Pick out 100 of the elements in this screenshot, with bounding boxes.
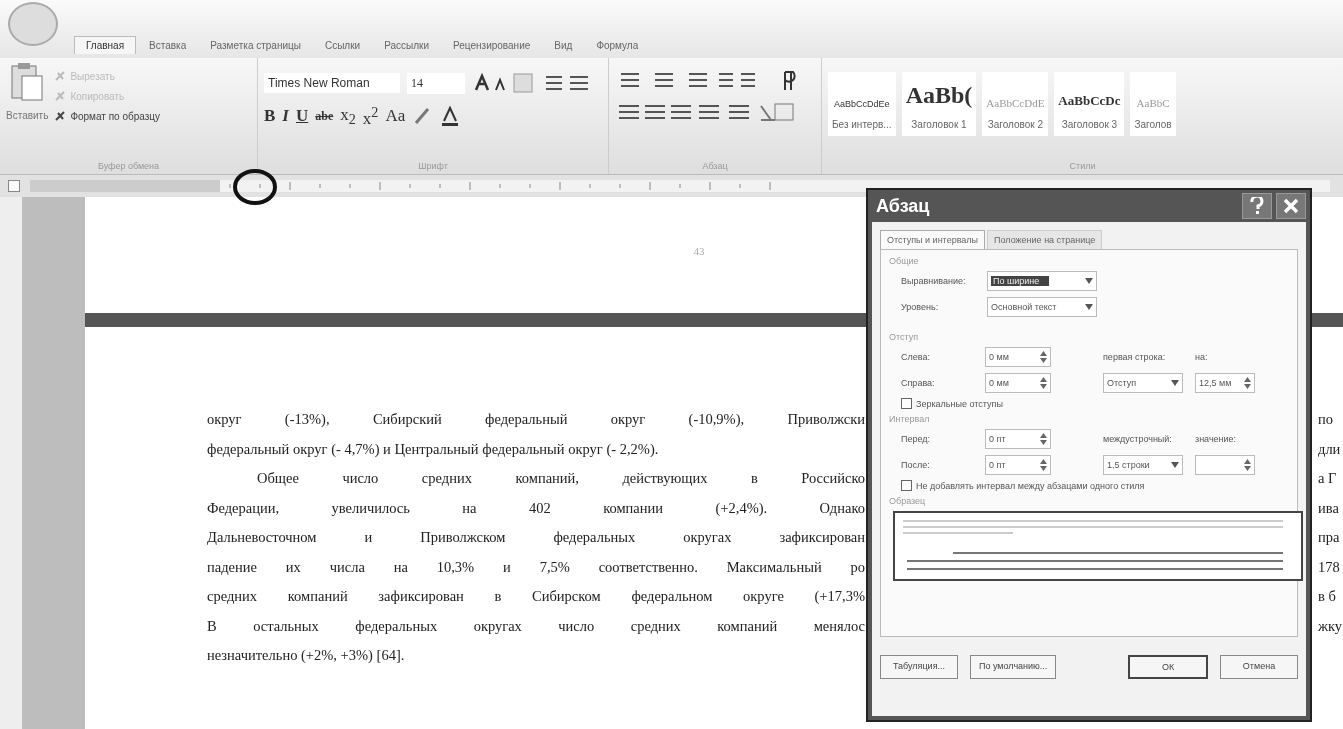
spinner-icon xyxy=(1244,459,1251,471)
alignment-dropdown[interactable]: По ширине xyxy=(987,271,1097,291)
ribbon-tab[interactable]: Главная xyxy=(74,36,137,54)
spacing-value-field[interactable] xyxy=(1195,455,1255,475)
ribbon-tab[interactable]: Рецензирование xyxy=(442,37,542,54)
checkbox-label: Не добавлять интервал между абзацами одного стиля xyxy=(916,480,1145,491)
page-number: 43 xyxy=(693,245,705,259)
format-button[interactable]: I xyxy=(282,106,289,127)
text-fragment: жку xyxy=(1318,616,1343,636)
style-preset[interactable]: AaBbCcDdEe Без интерв... xyxy=(828,72,896,136)
section-heading: Интервал xyxy=(889,414,931,424)
space-after-field[interactable]: 0 пт xyxy=(985,455,1051,475)
field-label: на: xyxy=(1195,352,1209,362)
section-heading: Отступ xyxy=(889,332,920,342)
text-fragment: пра xyxy=(1318,528,1341,547)
text-fragment: 178 xyxy=(1318,557,1341,577)
style-preset[interactable]: AaBbCcDdE Заголовок 2 xyxy=(982,72,1049,136)
text-line: В остальных федеральных округах число средних компаний менялос xyxy=(207,616,865,636)
spinner-icon xyxy=(1040,351,1047,363)
field-label: После: xyxy=(901,460,931,470)
ribbon-tab[interactable]: Разметка страницы xyxy=(199,37,312,54)
field-label: междустрочный: xyxy=(1103,434,1173,444)
font-family-field[interactable]: Times New Roman xyxy=(264,73,400,93)
dialog-tab[interactable]: Отступы и интервалы xyxy=(880,230,986,249)
text-line: падение их числа на 10,3% и 7,5% соответственно. Максимальный ро xyxy=(207,557,865,577)
format-button[interactable]: U xyxy=(295,106,309,127)
highlight-circle xyxy=(232,168,278,206)
text-line: федеральный округ (- 4,7%) и Центральный федеральный округ (- 2,2%). xyxy=(207,439,660,459)
ribbon-tab[interactable]: Ссылки xyxy=(313,37,372,54)
dialog-title: Абзац xyxy=(876,195,930,217)
space-before-field[interactable]: 0 пт xyxy=(985,429,1051,449)
text-line: средних компаний зафиксирован в Сибирском федеральном округе (+17,3% xyxy=(207,587,865,606)
group-label: Буфер обмена xyxy=(96,160,161,173)
group-label: Абзац xyxy=(701,160,729,173)
style-preset[interactable]: AaBb( Заголовок 1 xyxy=(901,72,977,136)
paste-button[interactable]: Вставить xyxy=(6,62,49,158)
clipboard-command[interactable]: Формат по образцу xyxy=(54,110,161,122)
dialog-tab[interactable]: Положение на странице xyxy=(987,230,1103,249)
text-line: Федерации, увеличилось на 402 компании (+2,4%). Однако xyxy=(207,498,865,518)
field-label: Справа: xyxy=(901,378,936,388)
field-label: Уровень: xyxy=(901,302,940,312)
dropdown-icon xyxy=(1171,380,1179,386)
spinner-icon xyxy=(1040,459,1047,471)
dialog-button[interactable]: ОК xyxy=(1128,655,1208,679)
close-button[interactable] xyxy=(1276,193,1306,219)
text-fragment: в б xyxy=(1318,587,1337,606)
tab-selector[interactable] xyxy=(8,180,20,192)
clipboard-icon xyxy=(10,62,45,102)
left-indent-field[interactable]: 0 мм xyxy=(985,347,1051,367)
format-button[interactable]: B xyxy=(264,106,276,127)
format-button[interactable]: Aa xyxy=(385,106,406,127)
format-button[interactable]: x$^{2}$ xyxy=(362,104,379,129)
text-fragment: ива xyxy=(1318,498,1340,518)
first-line-dropdown[interactable]: Отступ xyxy=(1103,373,1183,393)
section-heading: Образец xyxy=(889,496,927,506)
close-icon xyxy=(1283,198,1299,214)
help-button[interactable] xyxy=(1242,193,1272,219)
field-label: Слева: xyxy=(901,352,931,362)
text-fragment: а Г xyxy=(1318,469,1338,488)
text-line: Дальневосточном и Приволжском федеральных округах зафиксирован xyxy=(207,528,865,547)
section-heading: Общие xyxy=(889,256,920,266)
field-label: Выравнивание: xyxy=(901,276,967,286)
format-button[interactable]: x$_{2}$ xyxy=(340,104,356,128)
format-button[interactable]: abe xyxy=(315,108,334,124)
dialog-button[interactable]: По умолчанию... xyxy=(970,655,1057,679)
checkbox-label: Зеркальные отступы xyxy=(916,398,1003,409)
group-label: Стили xyxy=(1068,160,1097,173)
command-icon xyxy=(54,110,67,122)
text-line: Общее число средних компаний, действующих в Российско xyxy=(256,469,865,488)
field-label: Перед: xyxy=(901,434,932,444)
field-label: значение: xyxy=(1195,434,1238,444)
spinner-icon xyxy=(1040,377,1047,389)
spinner-icon xyxy=(1040,433,1047,445)
style-preset[interactable]: AaBbCcDc Заголовок 3 xyxy=(1054,72,1125,136)
ribbon-tab[interactable]: Вид xyxy=(543,37,584,54)
command-icon xyxy=(54,70,67,82)
text-line: округ (-13%), Сибирский федеральный округ (-10,9%), Приволжски xyxy=(207,410,865,429)
field-label: первая строка: xyxy=(1103,352,1167,362)
dropdown-icon xyxy=(1085,278,1093,284)
level-dropdown[interactable]: Основной текст xyxy=(987,297,1097,317)
right-indent-field[interactable]: 0 мм xyxy=(985,373,1051,393)
ribbon-tab[interactable]: Рассылки xyxy=(373,37,441,54)
checkbox[interactable] xyxy=(901,480,912,491)
ribbon-tab[interactable]: Формула xyxy=(585,37,650,54)
dialog-button[interactable]: Отмена xyxy=(1220,655,1298,679)
text-fragment: дли xyxy=(1318,439,1342,459)
text-line: незначительно (+2%, +3%) [64]. xyxy=(207,646,406,665)
dropdown-icon xyxy=(1085,304,1093,310)
line-spacing-dropdown[interactable]: 1,5 строки xyxy=(1103,455,1183,475)
command-icon xyxy=(54,90,67,102)
dropdown-icon xyxy=(1171,462,1179,468)
style-preset[interactable]: AaBbC Заголов xyxy=(1130,72,1176,136)
first-line-by-field[interactable]: 12,5 мм xyxy=(1195,373,1255,393)
ribbon-tab[interactable]: Вставка xyxy=(138,37,198,54)
help-icon xyxy=(1250,197,1264,215)
text-fragment: по xyxy=(1318,410,1334,429)
font-size-field[interactable]: 14 xyxy=(407,72,465,94)
group-label: Шрифт xyxy=(417,160,449,173)
checkbox[interactable] xyxy=(901,398,912,409)
dialog-button[interactable]: Табуляция... xyxy=(880,655,958,679)
